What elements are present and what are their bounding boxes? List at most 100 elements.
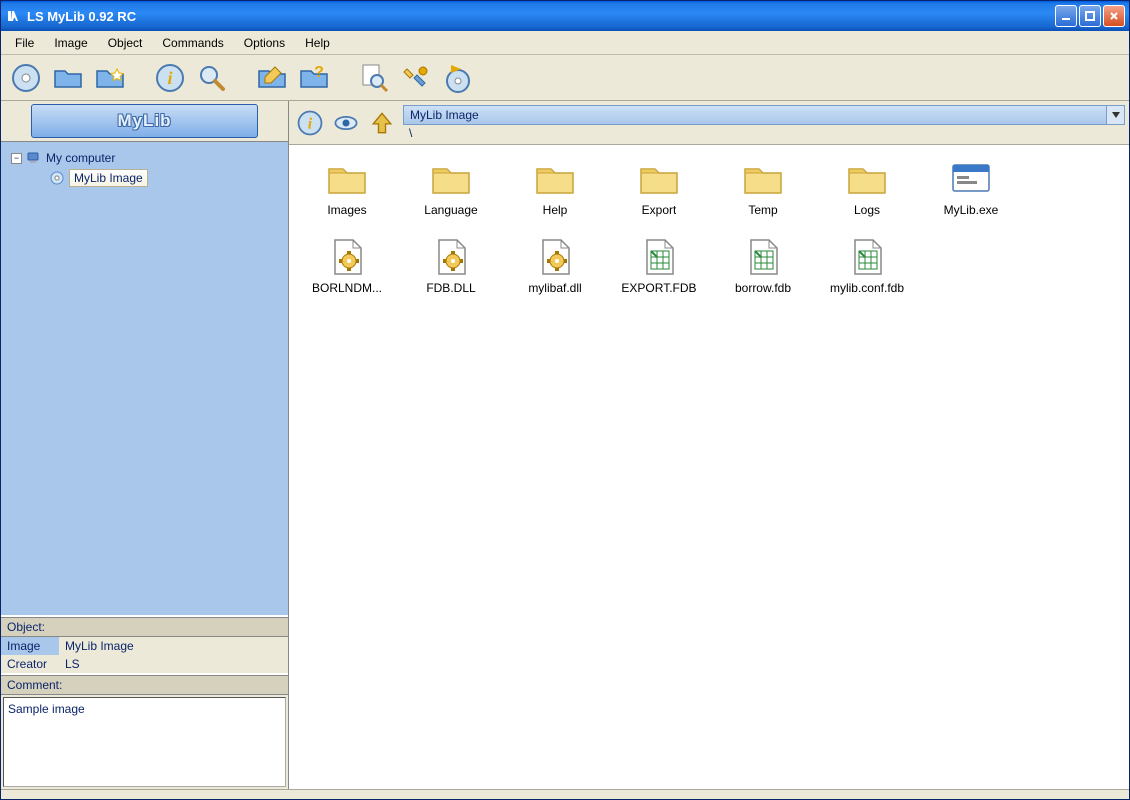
right-toolbar: i MyLib Image \ [289,101,1129,145]
right-pane: i MyLib Image \ Images Language Help Export… [289,101,1129,789]
tree-view[interactable]: − My computer MyLib Image [1,141,288,615]
file-label: BORLNDM... [312,281,382,295]
file-area[interactable]: Images Language Help Export Temp Logs MyLib.ex… [289,145,1129,789]
brand-box: MyLib [1,101,288,141]
app-icon [5,8,21,24]
left-pane: MyLib − My computer MyLib Image [1,101,289,789]
path-text: \ [403,125,1125,141]
folder-icon [741,159,785,199]
file-label: Logs [854,203,880,217]
object-info-panel: Object: ImageMyLib ImageCreatorLS [1,615,288,673]
rtool-up-small[interactable] [365,106,399,140]
dll-icon [429,237,473,277]
collapse-icon[interactable]: − [11,153,22,164]
comment-text[interactable]: Sample image [3,697,286,787]
menu-object[interactable]: Object [98,33,153,53]
file-item[interactable]: Export [609,159,709,217]
tree-root-label: My computer [46,151,115,165]
menu-image[interactable]: Image [44,33,97,53]
file-label: Export [642,203,677,217]
file-item[interactable]: mylib.conf.fdb [817,237,917,295]
comment-head: Comment: [1,675,288,695]
exe-icon [949,159,993,199]
file-label: mylibaf.dll [528,281,581,295]
rtool-info-small[interactable]: i [293,106,327,140]
tool-folder-star[interactable] [91,59,129,97]
info-value: LS [59,655,288,673]
folder-icon [533,159,577,199]
dll-icon [325,237,369,277]
file-item[interactable]: EXPORT.FDB [609,237,709,295]
file-label: EXPORT.FDB [621,281,696,295]
file-item[interactable]: mylibaf.dll [505,237,605,295]
file-item[interactable]: Temp [713,159,813,217]
file-item[interactable]: Logs [817,159,917,217]
file-label: Images [327,203,366,217]
fdb-icon [637,237,681,277]
file-item[interactable]: Images [297,159,397,217]
file-item[interactable]: borrow.fdb [713,237,813,295]
file-label: FDB.DLL [426,281,475,295]
file-label: borrow.fdb [735,281,791,295]
tool-write-disc[interactable] [439,59,477,97]
main-toolbar: i? [1,55,1129,101]
dll-icon [533,237,577,277]
address-select[interactable]: MyLib Image [403,105,1125,125]
comment-panel: Comment: Sample image [1,673,288,789]
fdb-icon [845,237,889,277]
file-item[interactable]: Help [505,159,605,217]
tool-tools[interactable] [397,59,435,97]
svg-text:i: i [167,68,172,88]
address-text: MyLib Image [404,108,1106,122]
titlebar: LS MyLib 0.92 RC [1,1,1129,31]
computer-icon [26,150,42,166]
file-label: mylib.conf.fdb [830,281,904,295]
info-value: MyLib Image [59,637,288,655]
folder-icon [429,159,473,199]
maximize-button[interactable] [1079,5,1101,27]
tree-root[interactable]: − My computer [5,148,284,168]
file-label: MyLib.exe [944,203,999,217]
content: MyLib − My computer MyLib Image [1,101,1129,789]
info-row: CreatorLS [1,655,288,673]
tool-new-disc[interactable] [7,59,45,97]
tool-find[interactable] [355,59,393,97]
fdb-icon [741,237,785,277]
file-label: Temp [748,203,777,217]
menu-help[interactable]: Help [295,33,340,53]
file-item[interactable]: FDB.DLL [401,237,501,295]
menu-options[interactable]: Options [234,33,295,53]
statusbar [1,789,1129,799]
menu-commands[interactable]: Commands [152,33,233,53]
folder-icon [637,159,681,199]
app-window: LS MyLib 0.92 RC FileImageObjectCommands… [0,0,1130,800]
menubar: FileImageObjectCommandsOptionsHelp [1,31,1129,55]
svg-text:i: i [308,115,313,132]
file-label: Help [543,203,568,217]
file-item[interactable]: BORLNDM... [297,237,397,295]
svg-text:?: ? [314,64,324,81]
tree-child-label: MyLib Image [69,169,148,187]
info-key: Image [1,637,59,655]
tool-search[interactable] [193,59,231,97]
disc-icon [49,170,65,186]
close-button[interactable] [1103,5,1125,27]
tool-help-folder[interactable]: ? [295,59,333,97]
info-key: Creator [1,655,59,673]
object-info-head: Object: [1,617,288,637]
file-item[interactable]: MyLib.exe [921,159,1021,217]
folder-icon [325,159,369,199]
minimize-button[interactable] [1055,5,1077,27]
brand-button[interactable]: MyLib [31,104,258,138]
folder-icon [845,159,889,199]
tool-edit-folder[interactable] [253,59,291,97]
tool-open-folder[interactable] [49,59,87,97]
chevron-down-icon[interactable] [1106,106,1124,124]
file-item[interactable]: Language [401,159,501,217]
info-row: ImageMyLib Image [1,637,288,655]
rtool-view-small[interactable] [329,106,363,140]
tool-info-disc[interactable]: i [151,59,189,97]
window-title: LS MyLib 0.92 RC [27,9,136,24]
tree-child[interactable]: MyLib Image [49,168,284,188]
menu-file[interactable]: File [5,33,44,53]
